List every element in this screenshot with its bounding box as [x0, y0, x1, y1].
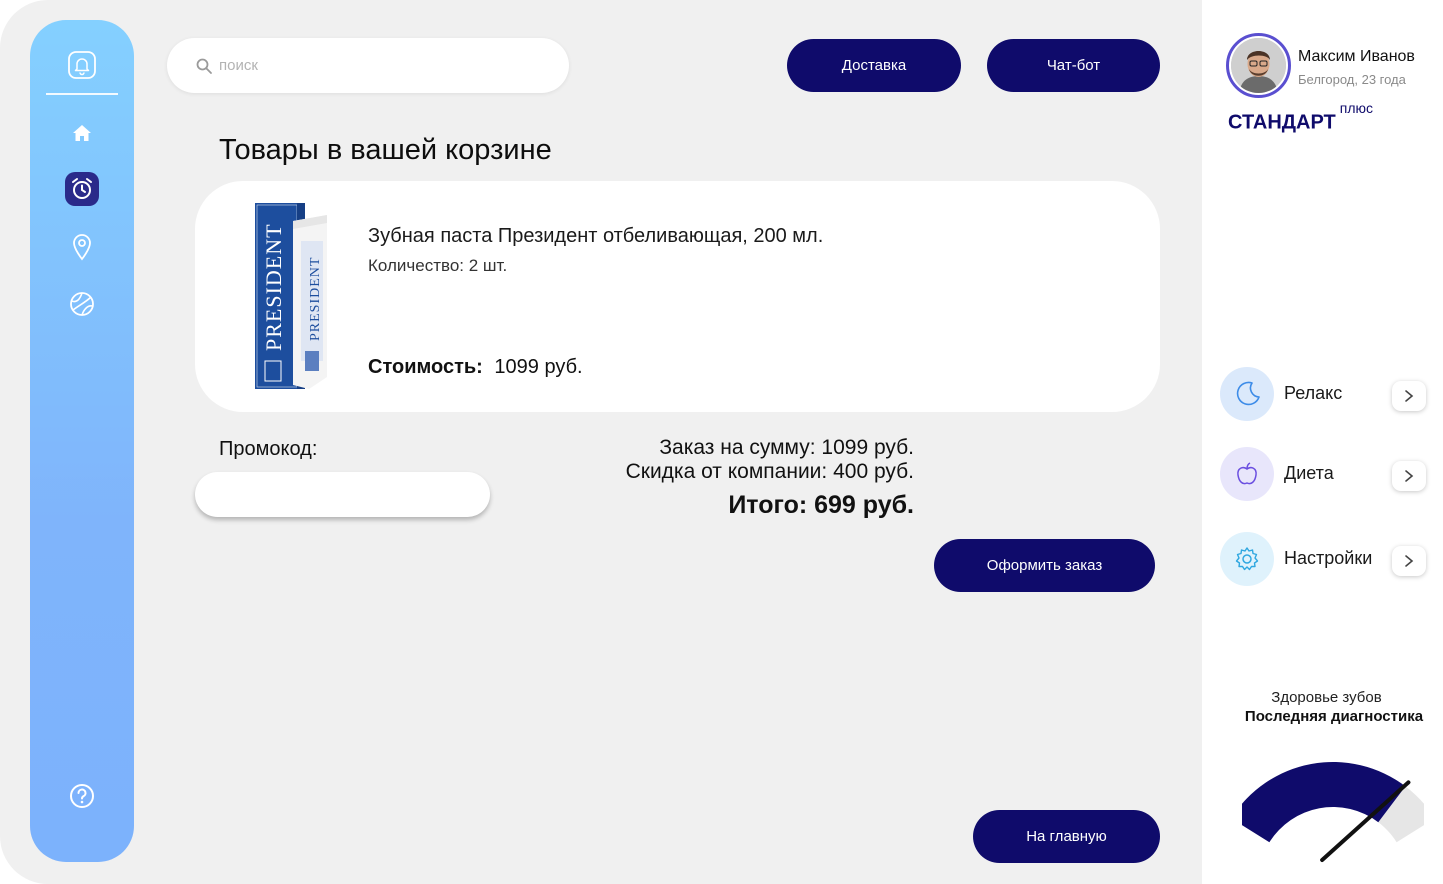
moon-icon	[1220, 367, 1274, 421]
menu-item-label: Релакс	[1284, 383, 1343, 403]
promo-label: Промокод:	[219, 438, 318, 460]
search-box[interactable]	[167, 38, 569, 93]
svg-text:PRESIDENT: PRESIDENT	[261, 223, 286, 351]
teeth-health-title: Здоровье зубов	[1271, 689, 1382, 706]
sidebar-divider	[46, 93, 118, 95]
avatar[interactable]	[1226, 33, 1291, 98]
product-cost-label: Стоимость:	[368, 356, 483, 378]
order-summary: Заказ на сумму: 1099 руб. Скидка от комп…	[626, 436, 914, 520]
avatar-photo	[1231, 38, 1286, 93]
promo-code-input[interactable]	[195, 472, 490, 517]
globe-icon[interactable]	[68, 290, 96, 318]
right-panel: Максим Иванов Белгород, 23 года СТАНДАРТ…	[1202, 0, 1443, 884]
product-cost: Стоимость: 1099 руб.	[368, 356, 583, 379]
user-location-age: Белгород, 23 года	[1298, 72, 1406, 87]
main-panel: Доставка Чат-бот Товары в вашей корзине …	[0, 0, 1202, 884]
checkout-button[interactable]: Оформить заказ	[934, 539, 1155, 592]
page-title: Товары в вашей корзине	[219, 134, 552, 166]
subscription-plan: СТАНДАРТплюс	[1228, 100, 1373, 135]
product-name: Зубная паста Президент отбеливающая, 200…	[368, 225, 824, 247]
menu-item-relax[interactable]: Релакс	[1220, 367, 1426, 423]
app-root: Доставка Чат-бот Товары в вашей корзине …	[0, 0, 1443, 884]
product-quantity: Количество: 2 шт.	[368, 256, 508, 275]
home-icon[interactable]	[69, 120, 95, 146]
menu-item-label: Настройки	[1284, 548, 1373, 568]
bell-icon[interactable]	[67, 50, 97, 80]
gauge-fill	[1242, 762, 1406, 843]
cart-item-card: PRESIDENT PRESIDENT Зубная паста Президе…	[195, 181, 1160, 412]
teeth-health-subtitle: Последняя диагностика	[1244, 708, 1424, 725]
chevron-right-icon[interactable]	[1392, 381, 1426, 411]
user-name: Максим Иванов	[1298, 48, 1415, 65]
search-icon	[196, 58, 212, 74]
order-sum: Заказ на сумму: 1099 руб.	[659, 436, 914, 459]
menu-item-diet[interactable]: Диета	[1220, 447, 1426, 503]
menu-item-settings[interactable]: Настройки	[1220, 532, 1426, 588]
teeth-health-gauge	[1242, 762, 1424, 862]
chatbot-button[interactable]: Чат-бот	[987, 39, 1160, 92]
chevron-right-icon[interactable]	[1392, 546, 1426, 576]
gear-icon	[1220, 532, 1274, 586]
plan-name: СТАНДАРТ	[1228, 111, 1336, 134]
sidebar	[30, 20, 134, 862]
order-total: Итого: 699 руб.	[728, 491, 914, 519]
apple-icon	[1220, 447, 1274, 501]
delivery-button[interactable]: Доставка	[787, 39, 961, 92]
plan-suffix: плюс	[1339, 100, 1374, 116]
help-icon[interactable]	[69, 783, 95, 809]
search-input[interactable]	[219, 57, 519, 74]
menu-item-label: Диета	[1284, 463, 1334, 483]
home-button[interactable]: На главную	[973, 810, 1160, 863]
product-cost-value: 1099 руб.	[494, 356, 583, 378]
alarm-clock-icon[interactable]	[65, 172, 99, 206]
chevron-right-icon[interactable]	[1392, 461, 1426, 491]
product-image: PRESIDENT PRESIDENT	[255, 203, 327, 389]
company-discount: Скидка от компании: 400 руб.	[625, 460, 914, 483]
svg-text:PRESIDENT: PRESIDENT	[308, 257, 323, 341]
map-pin-icon[interactable]	[69, 232, 95, 262]
